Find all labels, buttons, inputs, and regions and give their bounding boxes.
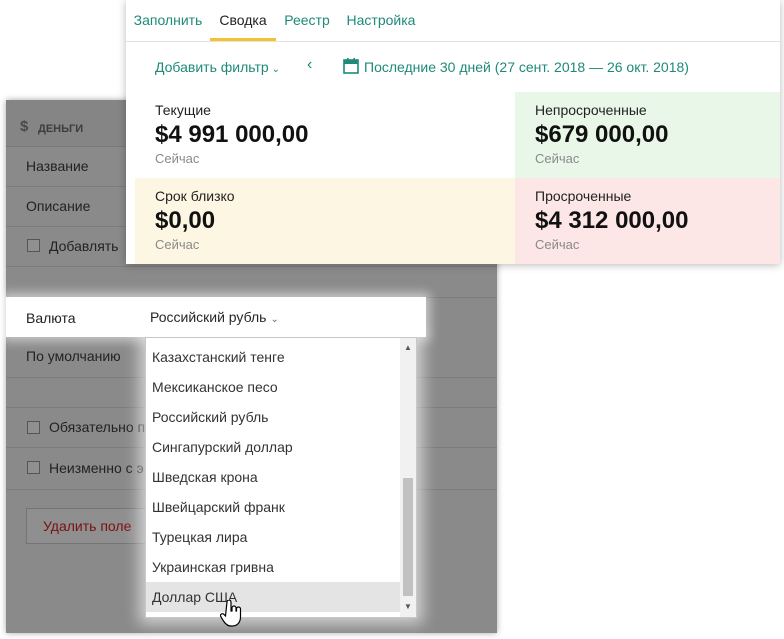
dollar-icon: $ <box>20 118 29 135</box>
currency-select-value: Российский рубль <box>150 309 267 325</box>
hand-cursor-icon <box>220 600 242 627</box>
invariant-checkbox[interactable] <box>27 461 40 474</box>
add-filter-label: Добавить фильтр <box>155 59 269 75</box>
currency-option[interactable]: Мексиканское песо <box>146 372 400 402</box>
settings-title: ДЕНЬГИ <box>38 123 84 135</box>
stat-current: Текущие $4 991 000,00 Сейчас <box>135 92 515 178</box>
currency-option-hovered[interactable]: Доллар США <box>146 582 400 612</box>
tab-bar: Заполнить Сводка Реестр Настройка <box>126 0 780 42</box>
invariant-checkbox-label: Неизменно с э <box>49 460 144 476</box>
stat-subtitle: Сейчас <box>155 237 200 252</box>
spacer-row <box>6 266 497 298</box>
stat-label: Непросроченные <box>535 102 647 118</box>
add-filter-button[interactable]: Добавить фильтр ⌄ <box>155 59 280 75</box>
currency-option[interactable]: Российский рубль <box>146 402 400 432</box>
stat-value: $0,00 <box>155 207 216 234</box>
tab-summary[interactable]: Сводка <box>210 0 276 41</box>
stat-label: Текущие <box>155 102 211 118</box>
currency-select[interactable]: Российский рубль ⌄ <box>150 309 279 325</box>
prev-period-button[interactable]: ‹ <box>307 56 312 74</box>
tab-fill[interactable]: Заполнить <box>126 0 210 41</box>
scroll-down-arrow-icon[interactable]: ▼ <box>400 599 416 615</box>
dropdown-scrollbar[interactable]: ▲ ▼ <box>400 338 416 617</box>
stat-value: $679 000,00 <box>535 121 669 148</box>
currency-row: Валюта Российский рубль ⌄ <box>6 297 426 337</box>
chevron-down-icon: ⌄ <box>271 64 281 75</box>
stat-not-overdue: Непросроченные $679 000,00 Сейчас <box>515 92 780 178</box>
currency-option[interactable]: Сингапурский доллар <box>146 432 400 462</box>
delete-field-button[interactable]: Удалить поле <box>26 508 156 544</box>
stat-subtitle: Сейчас <box>155 151 200 166</box>
stat-label: Просроченные <box>535 188 632 204</box>
stat-value: $4 312 000,00 <box>535 207 689 234</box>
stat-subtitle: Сейчас <box>535 151 580 166</box>
add-checkbox[interactable] <box>27 239 40 252</box>
period-label[interactable]: Последние 30 дней (27 сент. 2018 — 26 ок… <box>364 59 689 75</box>
name-label: Название <box>26 158 89 174</box>
scrollbar-thumb[interactable] <box>403 478 413 596</box>
stat-due-soon: Срок близко $0,00 Сейчас <box>135 178 515 264</box>
scroll-up-arrow-icon[interactable]: ▲ <box>400 340 416 356</box>
calendar-icon[interactable] <box>343 58 359 74</box>
stat-value: $4 991 000,00 <box>155 121 309 148</box>
tab-settings[interactable]: Настройка <box>338 0 424 41</box>
currency-dropdown[interactable]: Казахстанский тенге Мексиканское песо Ро… <box>145 337 417 618</box>
currency-option[interactable]: Швейцарский франк <box>146 492 400 522</box>
add-checkbox-label: Добавлять <box>49 238 119 254</box>
currency-option[interactable]: Шведская крона <box>146 462 400 492</box>
default-label: По умолчанию <box>26 348 121 364</box>
chevron-down-icon: ⌄ <box>270 314 279 325</box>
stat-overdue: Просроченные $4 312 000,00 Сейчас <box>515 178 780 264</box>
currency-option[interactable]: Украинская гривна <box>146 552 400 582</box>
required-checkbox-label: Обязательно п <box>49 419 146 435</box>
description-label: Описание <box>26 198 91 214</box>
stat-label: Срок близко <box>155 188 235 204</box>
currency-option[interactable]: Турецкая лира <box>146 522 400 552</box>
currency-label: Валюта <box>26 310 76 326</box>
filter-bar: Добавить фильтр ⌄ ‹ Последние 30 дней (27… <box>126 48 780 84</box>
required-checkbox[interactable] <box>27 421 40 434</box>
summary-card: Заполнить Сводка Реестр Настройка Добави… <box>126 0 780 264</box>
tab-registry[interactable]: Реестр <box>276 0 338 41</box>
stat-subtitle: Сейчас <box>535 237 580 252</box>
currency-option[interactable]: Казахстанский тенге <box>146 342 400 372</box>
